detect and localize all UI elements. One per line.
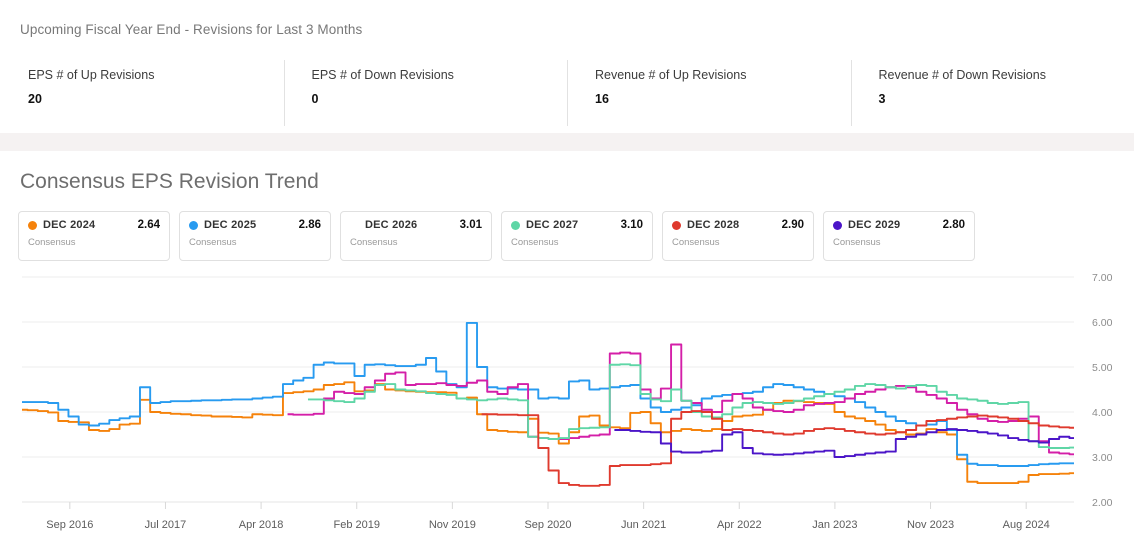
series-color-dot-icon [189, 220, 198, 230]
series-line-dec-2028 [481, 410, 1074, 487]
kpi-value: 16 [595, 92, 609, 106]
legend-card-name: DEC 2028 [687, 219, 740, 231]
legend-card-row: DEC 2024 2.64 Consensus DEC 2025 2.86 Co… [18, 211, 975, 261]
legend-card-dec-2027[interactable]: DEC 2027 3.10 Consensus [501, 211, 653, 261]
legend-card-value: 2.80 [942, 219, 965, 231]
kpi-value: 0 [311, 92, 319, 106]
legend-card-value: 3.10 [620, 219, 643, 231]
legend-card-dec-2025[interactable]: DEC 2025 2.86 Consensus [179, 211, 331, 261]
kpi-row: EPS # of Up Revisions 20 EPS # of Down R… [0, 60, 1134, 132]
section-divider [0, 133, 1134, 151]
kpi-label: EPS # of Up Revisions [28, 68, 155, 82]
legend-card-dec-2024[interactable]: DEC 2024 2.64 Consensus [18, 211, 170, 261]
y-axis-tick-label: 4.00 [1092, 407, 1113, 419]
y-axis-tick-label: 7.00 [1092, 272, 1113, 284]
y-axis-tick-label: 3.00 [1092, 452, 1113, 464]
legend-card-sub: Consensus [350, 237, 398, 248]
series-color-dot-icon [672, 220, 681, 230]
legend-card-name: DEC 2024 [43, 219, 96, 231]
line-chart-svg: 2.00 3.00 4.00 5.00 6.00 7.00 Sep 2016 Jul 2017… [22, 272, 1113, 531]
y-axis-tick-label: 2.00 [1092, 497, 1113, 509]
x-axis-tick-label: Feb 2019 [333, 519, 379, 531]
legend-card-value: 3.01 [459, 219, 482, 231]
kpi-label: Revenue # of Down Revisions [878, 68, 1046, 82]
x-axis-tick-label: Nov 2023 [907, 519, 954, 531]
chart-title: Consensus EPS Revision Trend [20, 170, 319, 193]
y-axis-tick-label: 6.00 [1092, 317, 1113, 329]
series-color-dot-icon [350, 221, 359, 230]
legend-card-name: DEC 2026 [365, 219, 418, 231]
kpi-label: Revenue # of Up Revisions [595, 68, 747, 82]
legend-card-value: 2.90 [781, 219, 804, 231]
page-title: Upcoming Fiscal Year End - Revisions for… [20, 22, 363, 37]
series-color-dot-icon [28, 220, 37, 230]
x-axis-tick-label: Apr 2022 [717, 519, 762, 531]
kpi-eps-up-revisions: EPS # of Up Revisions 20 [0, 60, 284, 132]
kpi-revenue-down-revisions: Revenue # of Down Revisions 3 [850, 60, 1134, 132]
legend-card-value: 2.64 [137, 219, 160, 231]
legend-card-sub: Consensus [28, 237, 76, 248]
series-color-dot-icon [833, 220, 842, 230]
legend-card-name: DEC 2027 [526, 219, 579, 231]
x-axis-tick-label: Apr 2018 [239, 519, 284, 531]
legend-card-dec-2029[interactable]: DEC 2029 2.80 Consensus [823, 211, 975, 261]
x-axis-tick-label: Nov 2019 [429, 519, 476, 531]
x-axis-tick-label: Aug 2024 [1003, 519, 1050, 531]
series-line-dec-2029 [614, 428, 1074, 458]
legend-card-dec-2028[interactable]: DEC 2028 2.90 Consensus [662, 211, 814, 261]
kpi-value: 20 [28, 92, 42, 106]
legend-card-dec-2026[interactable]: DEC 2026 3.01 Consensus [340, 211, 492, 261]
x-axis-tick-label: Jan 2023 [812, 519, 857, 531]
legend-card-sub: Consensus [833, 237, 881, 248]
legend-card-value: 2.86 [298, 219, 321, 231]
x-axis-tick-label: Jul 2017 [145, 519, 187, 531]
legend-card-sub: Consensus [189, 237, 237, 248]
kpi-value: 3 [878, 92, 886, 106]
legend-card-name: DEC 2025 [204, 219, 257, 231]
kpi-revenue-up-revisions: Revenue # of Up Revisions 16 [567, 60, 851, 132]
series-color-dot-icon [511, 220, 520, 230]
legend-card-sub: Consensus [511, 237, 559, 248]
series-line-dec-2027 [307, 363, 1074, 449]
kpi-eps-down-revisions: EPS # of Down Revisions 0 [283, 60, 568, 132]
dashboard-page: Upcoming Fiscal Year End - Revisions for… [0, 0, 1134, 545]
x-axis-tick-label: Sep 2020 [524, 519, 571, 531]
legend-card-sub: Consensus [672, 237, 720, 248]
legend-card-name: DEC 2029 [848, 219, 901, 231]
x-axis-tick-label: Jun 2021 [621, 519, 666, 531]
y-axis-tick-label: 5.00 [1092, 362, 1113, 374]
kpi-label: EPS # of Down Revisions [311, 68, 454, 82]
x-axis-tick-label: Sep 2016 [46, 519, 93, 531]
series-line-dec-2025 [22, 321, 1074, 467]
chart-plot-area: 2.00 3.00 4.00 5.00 6.00 7.00 Sep 2016 Jul 2017… [0, 265, 1134, 545]
